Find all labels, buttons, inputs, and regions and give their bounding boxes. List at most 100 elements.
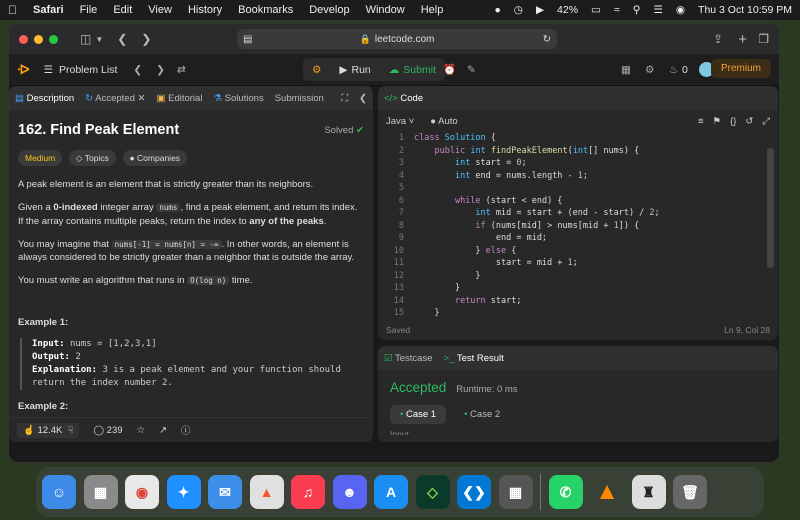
chevron-down-icon[interactable]: ▼ — [95, 35, 103, 44]
language-select[interactable]: Java ˅ — [386, 116, 414, 127]
editor-scrollbar[interactable] — [767, 148, 774, 268]
control-center-icon[interactable]: ☰ — [653, 4, 662, 16]
tab-submission[interactable]: Submission — [275, 93, 324, 104]
reset-icon[interactable]: ↺ — [745, 116, 753, 127]
siri-icon[interactable]: ◉ — [676, 4, 685, 16]
share-link-icon[interactable]: ↗ — [159, 425, 167, 436]
play-icon: ▶ — [339, 63, 348, 76]
calculator-icon[interactable]: ▦ — [498, 475, 533, 509]
tab-test-result[interactable]: >_ Test Result — [444, 353, 504, 364]
menu-history[interactable]: History — [188, 4, 222, 16]
music-icon[interactable]: ♫ — [291, 475, 325, 509]
battery-icon[interactable]: ▭ — [591, 4, 601, 16]
run-button[interactable]: ▶ Run — [330, 58, 379, 81]
sidebar-icon[interactable]: ◫ — [80, 32, 91, 46]
bookmark-icon[interactable]: ⚑ — [713, 116, 722, 127]
comments-button[interactable]: ◯ 239 — [93, 425, 122, 436]
wifi-icon[interactable]: ≈ — [614, 4, 620, 16]
tab-editorial[interactable]: ▣ Editorial — [156, 93, 202, 104]
menu-view[interactable]: View — [148, 4, 172, 16]
case-1-tab[interactable]: • Case 1 — [390, 405, 447, 424]
timer-icon[interactable]: ⏰ — [443, 63, 456, 76]
thumbs-down-icon[interactable]: ☟ — [68, 425, 74, 436]
menu-app-name[interactable]: Safari — [33, 4, 64, 16]
close-tab-icon[interactable]: ✕ — [138, 93, 146, 104]
vlc-icon[interactable]: ▲ — [590, 475, 624, 509]
zoom-window-button[interactable] — [49, 34, 58, 44]
page-settings-icon[interactable]: ▤ — [243, 34, 252, 45]
streak-count[interactable]: 0 — [682, 64, 688, 76]
back-icon[interactable]: ❮ — [117, 32, 127, 46]
case-2-tab[interactable]: • Case 2 — [454, 405, 510, 424]
minimize-window-button[interactable] — [34, 34, 43, 44]
problem-list-link[interactable]: Problem List — [59, 64, 117, 76]
companies-button[interactable]: ● Companies — [122, 150, 188, 167]
discord-icon[interactable]: ☻ — [332, 475, 367, 509]
code-editor[interactable]: 1 2 3 4 5 6 7 8 9 10 11 12 13 14 15 class Solution { p… — [378, 132, 770, 318]
safari-icon[interactable]: ✦ — [166, 475, 201, 509]
shuffle-icon[interactable]: ⇄ — [177, 64, 186, 76]
chevron-down-icon: ˅ — [408, 115, 415, 127]
close-window-button[interactable] — [19, 34, 28, 44]
new-tab-icon[interactable]: + — [738, 31, 747, 48]
result-panel: ☑ Testcase >_ Test Result Accepted Runti… — [378, 346, 778, 442]
finder-icon[interactable]: ☺ — [42, 475, 76, 509]
brave-icon[interactable]: ▲ — [249, 475, 284, 509]
chrome-icon[interactable]: ◉ — [125, 475, 159, 509]
fullscreen-icon[interactable]: ⤢ — [762, 116, 770, 127]
menu-help[interactable]: Help — [421, 4, 444, 16]
mail-icon[interactable]: ✉ — [208, 475, 242, 509]
menu-bookmarks[interactable]: Bookmarks — [238, 4, 293, 16]
app-store-icon[interactable]: A — [374, 475, 408, 509]
menu-develop[interactable]: Develop — [309, 4, 349, 16]
collapse-panel-icon[interactable]: ❮ — [359, 93, 367, 104]
layout-icon[interactable]: ▦ — [621, 64, 631, 76]
braces-icon[interactable]: {} — [730, 116, 736, 127]
vscode-icon[interactable]: ❮❯ — [457, 475, 491, 509]
expand-icon[interactable]: ⛶ — [341, 93, 348, 104]
trash-icon[interactable]: 🗑 — [673, 475, 707, 509]
clock[interactable]: Thu 3 Oct 10:59 PM — [698, 4, 792, 16]
apple-icon[interactable]:  — [8, 3, 17, 17]
like-button[interactable]: ☝ 12.4K ☟ — [17, 422, 80, 438]
streak-fire-icon[interactable]: ♨ — [669, 64, 678, 76]
topics-button[interactable]: ◇ Topics — [68, 150, 116, 167]
next-problem-icon[interactable]: ❯ — [156, 64, 165, 76]
whatsapp-icon[interactable]: ✆ — [548, 475, 583, 509]
battery-percent[interactable]: 42% — [557, 4, 578, 16]
submit-button[interactable]: ☁ Submit — [380, 58, 445, 81]
auto-mode[interactable]: ● Auto — [430, 116, 457, 127]
debug-button[interactable]: ⚙ — [303, 58, 330, 81]
help-icon[interactable]: ⓘ — [181, 423, 191, 437]
format-icon[interactable]: ≡ — [698, 116, 704, 127]
menu-edit[interactable]: Edit — [113, 4, 132, 16]
reload-icon[interactable]: ↻ — [543, 34, 551, 45]
settings-gear-icon[interactable]: ⚙ — [645, 64, 654, 76]
tab-description[interactable]: ▤ Description — [15, 93, 74, 104]
tab-solutions[interactable]: ⚗ Solutions — [213, 93, 263, 104]
tab-accepted[interactable]: ↻ Accepted ✕ — [85, 93, 145, 104]
menu-file[interactable]: File — [80, 4, 98, 16]
launchpad-icon[interactable]: ▦ — [83, 475, 118, 509]
star-icon[interactable]: ☆ — [137, 425, 146, 436]
forward-icon[interactable]: ❯ — [141, 32, 151, 46]
prev-problem-icon[interactable]: ❮ — [133, 64, 142, 76]
status-app-icon[interactable]: ● — [494, 4, 500, 16]
code-lines: class Solution { public int findPeakElem… — [414, 133, 660, 318]
premium-button[interactable]: Premium — [710, 59, 771, 78]
time-machine-icon[interactable]: ◷ — [514, 4, 523, 16]
android-studio-icon[interactable]: ◇ — [415, 475, 450, 509]
notes-icon[interactable]: ✎ — [467, 64, 476, 76]
tab-testcase[interactable]: ☑ Testcase — [384, 353, 433, 364]
tab-overview-icon[interactable]: ❐ — [758, 32, 769, 46]
paragraph-3: You may imagine that nums[-1] = nums[n] … — [18, 238, 364, 266]
tab-code[interactable]: </> Code — [384, 93, 423, 104]
share-icon[interactable]: ⇪ — [713, 32, 723, 46]
chess-icon[interactable]: ♜ — [631, 475, 666, 509]
leetcode-logo[interactable]: ᐒ — [17, 62, 30, 78]
address-bar[interactable]: ▤ 🔒 leetcode.com ↻ — [237, 29, 557, 49]
play-icon[interactable]: ▶ — [536, 4, 544, 16]
list-icon[interactable]: ☰ — [44, 64, 53, 76]
menu-window[interactable]: Window — [366, 4, 405, 16]
search-icon[interactable]: ⚲ — [633, 4, 641, 16]
